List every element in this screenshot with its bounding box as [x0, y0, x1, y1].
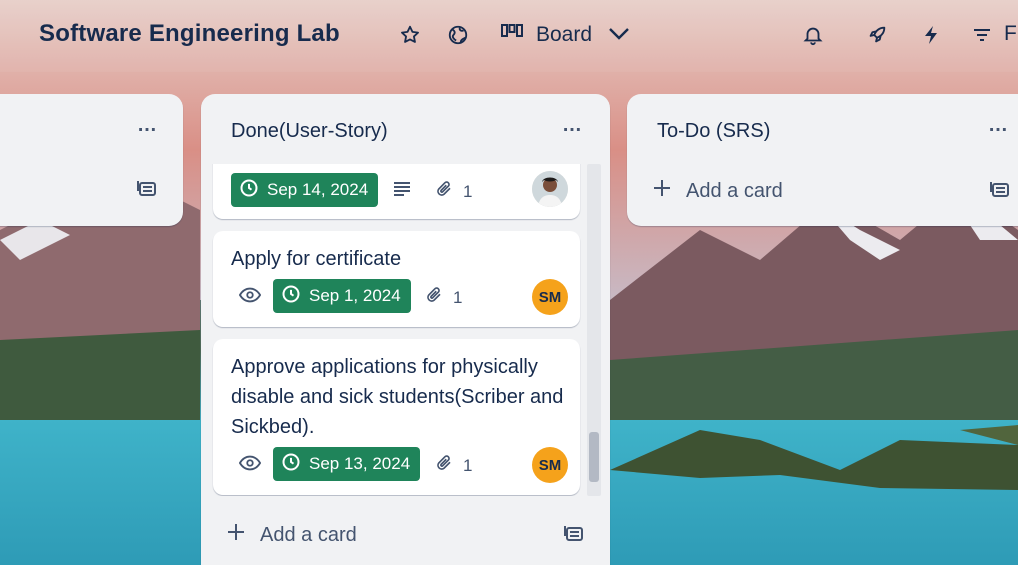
add-card-button[interactable]: Add a card — [652, 178, 783, 204]
card-list: Sep 14, 2024 1 Apply for certificate Sep… — [201, 164, 610, 496]
attachments-badge: 1 — [435, 179, 472, 204]
due-date-text: Sep 14, 2024 — [267, 180, 369, 199]
card-item[interactable]: Approve applications for physically disa… — [213, 339, 580, 495]
due-date-badge[interactable]: Sep 1, 2024 — [273, 279, 411, 313]
plus-icon — [652, 178, 672, 204]
add-card-label: Add a card — [260, 523, 357, 546]
list-title[interactable]: Done(User-Story) — [231, 120, 388, 143]
list-previous: … — [0, 94, 183, 226]
filter-icon[interactable] — [969, 22, 995, 48]
attachments-count: 1 — [463, 455, 473, 475]
list-scrollbar-thumb[interactable] — [589, 432, 599, 482]
description-icon — [393, 181, 411, 197]
board-title[interactable]: Software Engineering Lab — [39, 20, 340, 48]
clock-icon — [281, 284, 301, 309]
eye-icon — [239, 455, 261, 471]
clock-icon — [281, 452, 301, 477]
due-date-text: Sep 13, 2024 — [309, 454, 411, 473]
list-menu-button[interactable]: … — [988, 114, 1009, 137]
avatar[interactable]: SM — [532, 447, 568, 483]
template-icon[interactable] — [136, 178, 158, 203]
star-icon[interactable] — [397, 22, 423, 48]
list-menu-button[interactable]: … — [562, 114, 583, 137]
paperclip-icon — [425, 285, 443, 310]
list-title[interactable]: To-Do (SRS) — [657, 120, 770, 143]
due-date-badge[interactable]: Sep 13, 2024 — [273, 447, 421, 481]
lightning-icon[interactable] — [918, 22, 944, 48]
card-item[interactable]: Sep 14, 2024 1 — [213, 164, 580, 219]
paperclip-icon — [435, 453, 453, 478]
clock-icon — [239, 178, 259, 203]
plus-icon — [226, 522, 246, 548]
due-date-badge[interactable]: Sep 14, 2024 — [231, 173, 379, 207]
board-view-switcher[interactable]: Board — [500, 20, 630, 50]
card-title: Approve applications for physically disa… — [231, 356, 564, 438]
filter-button-label[interactable]: F — [1004, 22, 1017, 46]
bell-icon[interactable] — [800, 22, 826, 48]
due-date-text: Sep 1, 2024 — [309, 286, 401, 305]
card-title: Apply for certificate — [231, 248, 402, 270]
card-item[interactable]: Apply for certificate Sep 1, 2024 1 SM — [213, 231, 580, 327]
add-card-button[interactable]: Add a card — [226, 522, 357, 548]
attachments-badge: 1 — [425, 285, 462, 310]
paperclip-icon — [435, 179, 453, 204]
board-icon — [500, 22, 524, 48]
attachments-badge: 1 — [435, 453, 472, 478]
add-card-label: Add a card — [686, 179, 783, 202]
list-menu-button[interactable]: … — [137, 114, 158, 137]
template-icon[interactable] — [989, 179, 1011, 204]
avatar[interactable]: SM — [532, 279, 568, 315]
rocket-icon[interactable] — [864, 22, 890, 48]
list-todo-srs: To-Do (SRS) … Add a card — [627, 94, 1018, 226]
avatar[interactable] — [532, 171, 568, 207]
attachments-count: 1 — [453, 287, 463, 307]
attachments-count: 1 — [463, 181, 473, 201]
template-icon[interactable] — [563, 523, 585, 548]
eye-icon — [239, 287, 261, 303]
globe-icon[interactable] — [445, 22, 471, 48]
board-view-label: Board — [536, 23, 593, 46]
chevron-down-icon — [608, 23, 630, 47]
board-header: Software Engineering Lab Board F — [0, 0, 1018, 72]
